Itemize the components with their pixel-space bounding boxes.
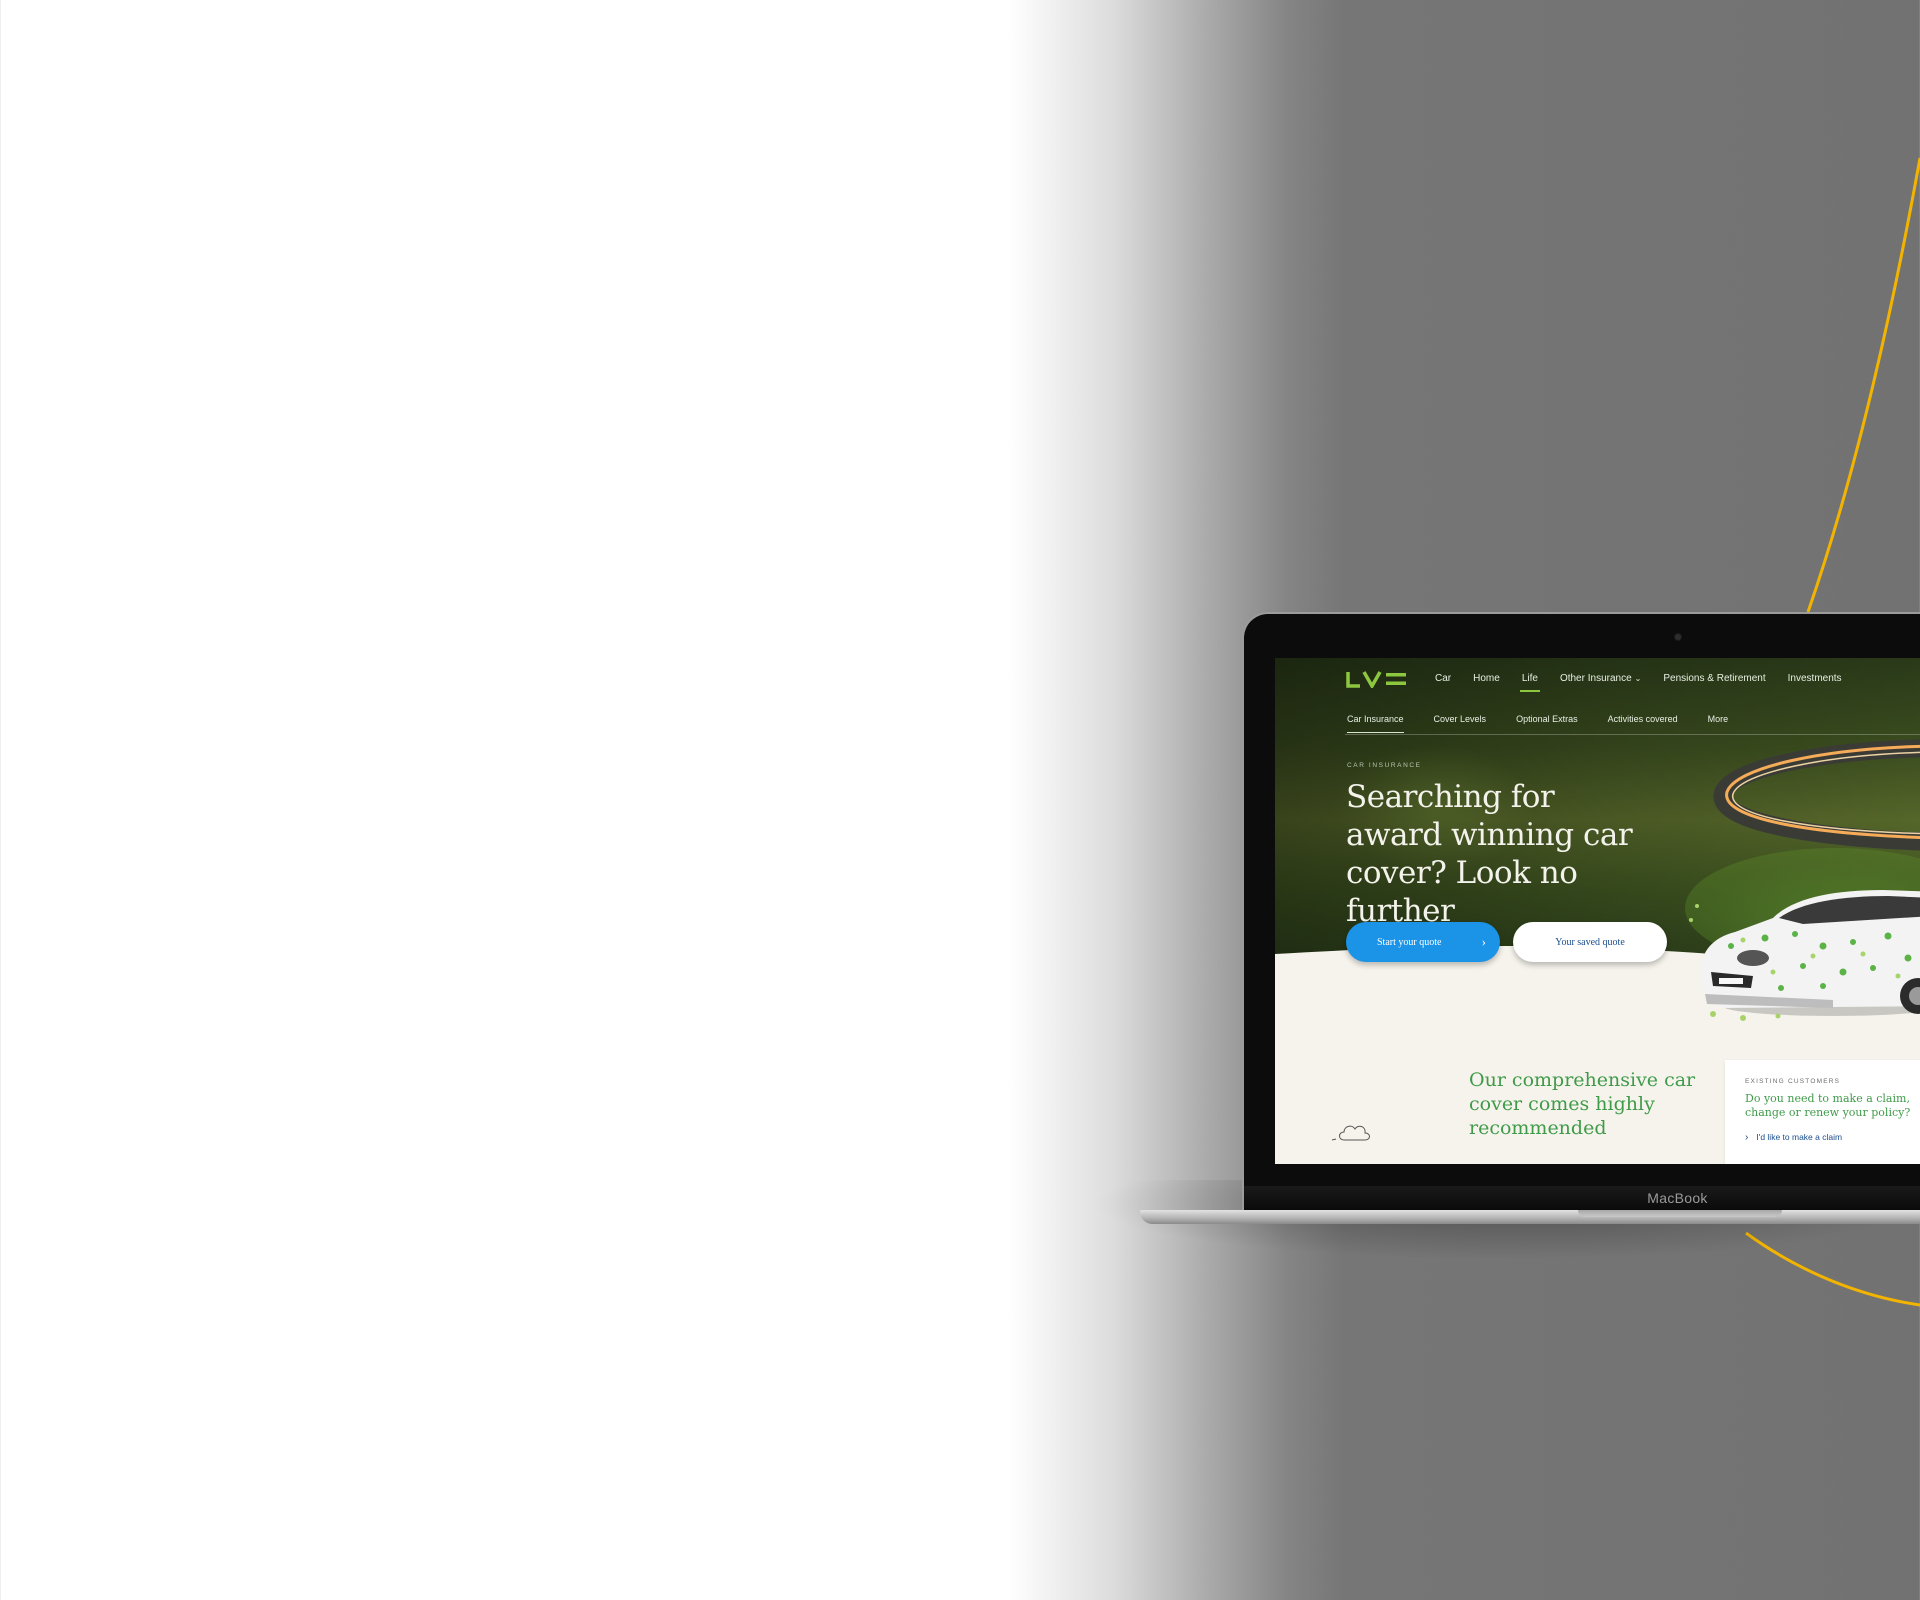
chevron-right-icon: › bbox=[1745, 1132, 1749, 1143]
laptop-base bbox=[1140, 1210, 1920, 1224]
subnav-item-more[interactable]: More bbox=[1708, 714, 1729, 724]
laptop-brand-label: MacBook bbox=[1647, 1190, 1708, 1206]
camera-dot bbox=[1675, 634, 1681, 640]
cloud-icon bbox=[1331, 1125, 1370, 1141]
nav-item-home[interactable]: Home bbox=[1473, 673, 1500, 684]
nav-item-investments[interactable]: Investments bbox=[1788, 673, 1842, 684]
card-title: Do you need to make a claim, change or r… bbox=[1745, 1092, 1911, 1119]
start-quote-label: Start your quote bbox=[1377, 936, 1442, 948]
nav-item-pensions[interactable]: Pensions & Retirement bbox=[1663, 673, 1765, 684]
laptop-opening-notch bbox=[1578, 1210, 1782, 1217]
saved-quote-button[interactable]: Your saved quote bbox=[1513, 922, 1667, 962]
card-eyebrow: EXISTING CUSTOMERS bbox=[1745, 1078, 1841, 1085]
nav-item-life[interactable]: Life bbox=[1519, 673, 1541, 692]
make-claim-link[interactable]: › I'd like to make a claim bbox=[1745, 1132, 1842, 1143]
hero-headline: Searching for award winning car cover? L… bbox=[1346, 779, 1633, 929]
saved-quote-label: Your saved quote bbox=[1555, 936, 1625, 948]
subnav-item-car-insurance[interactable]: Car Insurance bbox=[1347, 714, 1404, 733]
make-claim-link-label: I'd like to make a claim bbox=[1756, 1132, 1843, 1142]
section-heading: Our comprehensive car cover comes highly… bbox=[1469, 1069, 1696, 1139]
car-with-hearts-illustration bbox=[1689, 890, 1920, 1021]
chevron-down-icon: ⌄ bbox=[1634, 674, 1642, 683]
sub-nav: Car Insurance Cover Levels Optional Extr… bbox=[1347, 714, 1758, 733]
subnav-divider bbox=[1345, 734, 1920, 735]
subnav-item-activities-covered[interactable]: Activities covered bbox=[1608, 714, 1678, 724]
start-quote-button[interactable]: Start your quote › bbox=[1346, 922, 1500, 962]
lv-logo bbox=[1346, 671, 1406, 688]
main-nav: Car Home Life Other Insurance ⌄ Pensions … bbox=[1435, 673, 1864, 692]
chevron-right-icon: › bbox=[1481, 934, 1486, 949]
hero-eyebrow: CAR INSURANCE bbox=[1347, 762, 1422, 769]
nav-item-other-insurance[interactable]: Other Insurance ⌄ bbox=[1560, 673, 1641, 684]
nav-item-car[interactable]: Car bbox=[1435, 673, 1451, 684]
subnav-item-optional-extras[interactable]: Optional Extras bbox=[1516, 714, 1578, 724]
laptop-screen: Car Home Life Other Insurance ⌄ Pensions … bbox=[1275, 658, 1920, 1164]
subnav-item-cover-levels[interactable]: Cover Levels bbox=[1434, 714, 1487, 724]
nav-item-other-insurance-label: Other Insurance bbox=[1559, 673, 1632, 684]
laptop-chin bbox=[1244, 1186, 1920, 1210]
existing-customers-card: EXISTING CUSTOMERS Do you need to make a… bbox=[1725, 1060, 1920, 1164]
